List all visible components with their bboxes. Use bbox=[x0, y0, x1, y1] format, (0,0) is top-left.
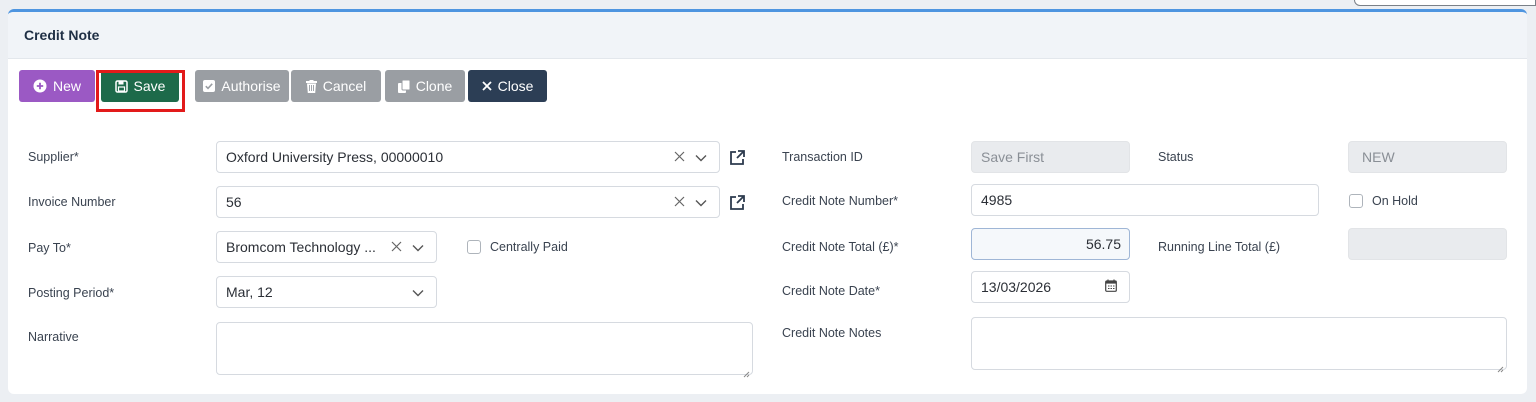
chevron-down-icon[interactable] bbox=[412, 284, 424, 300]
on-hold-checkbox-group[interactable]: On Hold bbox=[1349, 194, 1418, 208]
floppy-disk-icon bbox=[114, 79, 128, 93]
supplier-label: Supplier* bbox=[28, 150, 79, 164]
invoice-number-label: Invoice Number bbox=[28, 195, 116, 209]
narrative-textarea[interactable] bbox=[216, 322, 753, 378]
credit-note-date-input[interactable]: 13/03/2026 bbox=[971, 271, 1130, 303]
pay-to-select[interactable]: Bromcom Technology ... bbox=[216, 231, 437, 263]
pay-to-value: Bromcom Technology ... bbox=[226, 239, 376, 255]
status-field: NEW bbox=[1348, 141, 1507, 173]
close-button-label: Close bbox=[497, 78, 534, 94]
status-value: NEW bbox=[1362, 149, 1395, 165]
cancel-button-label: Cancel bbox=[322, 78, 367, 94]
new-button-label: New bbox=[52, 78, 81, 94]
running-line-total-field bbox=[1348, 228, 1507, 260]
new-button[interactable]: New bbox=[19, 70, 95, 102]
credit-note-notes-label: Credit Note Notes bbox=[782, 326, 882, 340]
top-right-tab bbox=[1354, 0, 1536, 6]
clear-icon[interactable] bbox=[674, 194, 685, 210]
calendar-icon[interactable] bbox=[1105, 279, 1117, 295]
resize-handle-icon[interactable] bbox=[1497, 360, 1504, 373]
credit-note-total-input[interactable]: 56.75 bbox=[971, 228, 1130, 260]
credit-note-total-label: Credit Note Total (£)* bbox=[782, 240, 899, 254]
trash-icon bbox=[305, 79, 317, 93]
authorise-button[interactable]: Authorise bbox=[195, 70, 289, 102]
clear-icon[interactable] bbox=[674, 149, 685, 165]
external-link-icon[interactable] bbox=[728, 149, 746, 167]
cancel-button[interactable]: Cancel bbox=[291, 70, 381, 102]
on-hold-checkbox[interactable] bbox=[1349, 194, 1363, 208]
resize-handle-icon[interactable] bbox=[743, 365, 750, 378]
posting-period-value: Mar, 12 bbox=[226, 284, 273, 300]
posting-period-label: Posting Period* bbox=[28, 286, 115, 300]
clear-icon[interactable] bbox=[391, 239, 402, 255]
clone-button[interactable]: Clone bbox=[385, 70, 465, 102]
transaction-id-label: Transaction ID bbox=[782, 150, 863, 164]
external-link-icon[interactable] bbox=[728, 194, 746, 212]
credit-note-number-label: Credit Note Number* bbox=[782, 194, 899, 208]
credit-note-number-value: 4985 bbox=[981, 192, 1013, 208]
chevron-down-icon[interactable] bbox=[412, 239, 424, 255]
centrally-paid-label: Centrally Paid bbox=[490, 240, 568, 254]
close-button[interactable]: Close bbox=[468, 70, 547, 102]
check-square-icon bbox=[203, 80, 216, 92]
centrally-paid-checkbox-group[interactable]: Centrally Paid bbox=[467, 240, 568, 254]
save-button-label: Save bbox=[133, 78, 166, 94]
invoice-number-select[interactable]: 56 bbox=[216, 186, 720, 218]
credit-note-total-value: 56.75 bbox=[1085, 236, 1121, 252]
transaction-id-value: Save First bbox=[981, 149, 1045, 165]
authorise-button-label: Authorise bbox=[221, 78, 281, 94]
x-icon bbox=[481, 81, 492, 91]
centrally-paid-checkbox[interactable] bbox=[467, 240, 481, 254]
page-title: Credit Note bbox=[24, 27, 100, 43]
credit-note-date-label: Credit Note Date* bbox=[782, 284, 880, 298]
credit-note-date-value: 13/03/2026 bbox=[981, 279, 1052, 295]
supplier-select[interactable]: Oxford University Press, 00000010 bbox=[216, 141, 720, 173]
chevron-down-icon[interactable] bbox=[695, 149, 707, 165]
posting-period-select[interactable]: Mar, 12 bbox=[216, 276, 437, 308]
pay-to-label: Pay To* bbox=[28, 241, 71, 255]
on-hold-label: On Hold bbox=[1372, 194, 1418, 208]
narrative-label: Narrative bbox=[28, 330, 79, 344]
chevron-down-icon[interactable] bbox=[695, 194, 707, 210]
plus-circle-icon bbox=[33, 79, 47, 93]
invoice-number-value: 56 bbox=[226, 194, 242, 210]
running-line-total-label: Running Line Total (£) bbox=[1158, 240, 1281, 254]
status-label: Status bbox=[1158, 150, 1194, 164]
copy-icon bbox=[397, 79, 410, 93]
credit-note-notes-textarea[interactable] bbox=[971, 317, 1507, 373]
transaction-id-field: Save First bbox=[971, 141, 1130, 173]
clone-button-label: Clone bbox=[415, 78, 453, 94]
supplier-value: Oxford University Press, 00000010 bbox=[226, 149, 444, 165]
credit-note-number-input[interactable]: 4985 bbox=[971, 184, 1319, 216]
panel-header: Credit Note bbox=[8, 12, 1527, 59]
save-button[interactable]: Save bbox=[101, 70, 179, 102]
